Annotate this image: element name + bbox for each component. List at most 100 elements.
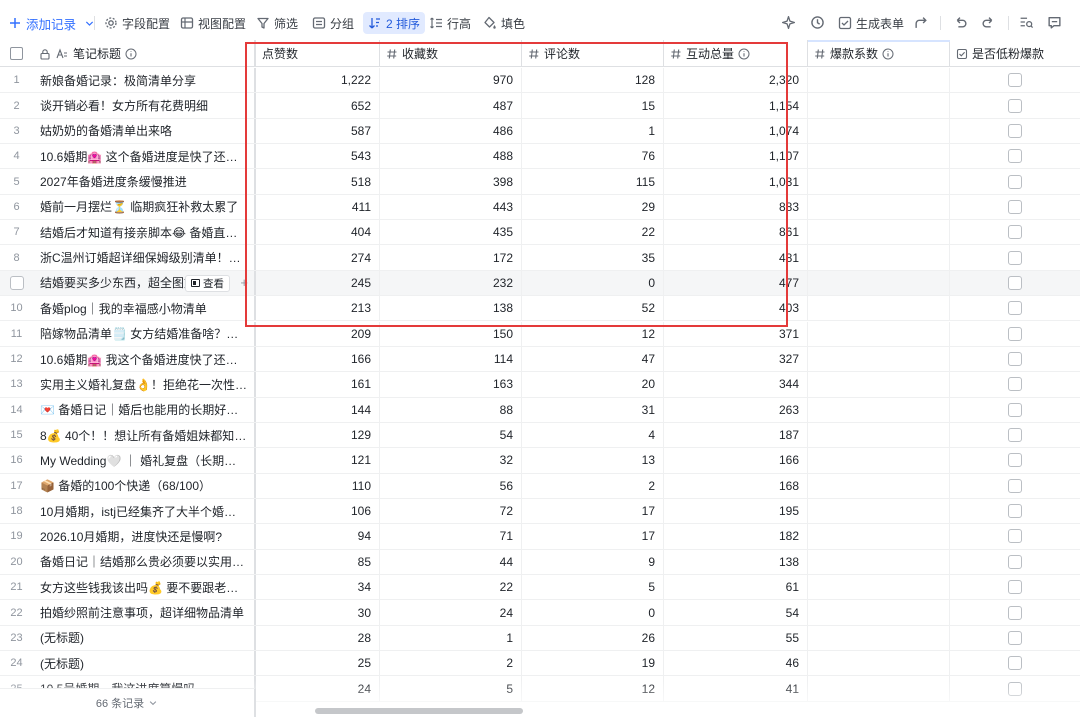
likes-cell[interactable]: 587 (256, 118, 380, 144)
checkbox[interactable] (1008, 250, 1022, 265)
table-row[interactable]: 24 (无标题) 25 2 19 46 (0, 651, 1080, 677)
checkbox[interactable] (1008, 605, 1022, 620)
title-cell[interactable]: 结婚后才知道有接亲脚本😂 备婚直接抄... (33, 220, 256, 245)
coef-cell[interactable] (808, 144, 950, 169)
coef-cell[interactable] (808, 220, 950, 245)
table-row[interactable]: 19 2026.10月婚期，进度快还是慢啊? 94 71 17 182 (0, 524, 1080, 550)
coef-cell[interactable] (808, 118, 950, 144)
column-header-title[interactable]: 笔记标题 (33, 40, 256, 67)
checkbox[interactable] (1008, 554, 1022, 569)
low-fan-cell[interactable] (950, 423, 1080, 447)
comments-cell[interactable]: 115 (522, 169, 664, 194)
checkbox[interactable] (1008, 529, 1022, 544)
likes-cell[interactable]: 34 (256, 575, 380, 600)
comments-cell[interactable]: 19 (522, 651, 664, 676)
low-fan-cell[interactable] (950, 550, 1080, 574)
total-cell[interactable]: 182 (664, 524, 808, 549)
table-row[interactable]: 10 备婚plog｜我的幸福感小物清单 213 138 52 403 (0, 296, 1080, 322)
table-row[interactable]: 5 2027年备婚进度条缓慢推进 518 398 115 1,031 (0, 169, 1080, 195)
likes-cell[interactable]: 652 (256, 93, 380, 118)
total-cell[interactable]: 1,154 (664, 93, 808, 118)
favorites-cell[interactable]: 435 (380, 220, 522, 245)
comments-cell[interactable]: 22 (522, 220, 664, 245)
checkbox[interactable] (1008, 199, 1022, 214)
plus-icon[interactable]: + (240, 275, 248, 290)
favorites-cell[interactable]: 56 (380, 473, 522, 498)
total-cell[interactable]: 2,320 (664, 68, 808, 93)
table-row[interactable]: 2 谈开销必看！女方所有花费明细 652 487 15 1,154 (0, 93, 1080, 119)
low-fan-cell[interactable] (950, 575, 1080, 599)
total-cell[interactable]: 187 (664, 422, 808, 448)
total-cell[interactable]: 46 (664, 651, 808, 676)
comments-cell[interactable]: 9 (522, 549, 664, 574)
column-header-comments[interactable]: 评论数 (522, 40, 664, 67)
total-cell[interactable]: 61 (664, 575, 808, 600)
coef-cell[interactable] (808, 372, 950, 397)
table-row[interactable]: 结婚要买多少东西，超全图文 查看 +245 232 0 477 (0, 270, 1080, 297)
table-row[interactable]: 20 备婚日记｜结婚那么贵必须要以实用为... 85 44 9 138 (0, 549, 1080, 575)
comments-cell[interactable]: 12 (522, 321, 664, 346)
favorites-cell[interactable]: 72 (380, 498, 522, 524)
checkbox[interactable] (1008, 630, 1022, 645)
title-cell[interactable]: 2027年备婚进度条缓慢推进 (33, 169, 256, 194)
likes-cell[interactable]: 85 (256, 549, 380, 574)
sort-button[interactable]: 2 排序 (363, 12, 426, 34)
favorites-cell[interactable]: 2 (380, 651, 522, 676)
likes-cell[interactable]: 161 (256, 372, 380, 397)
table-row[interactable]: 16 My Wedding🤍 ｜ 婚礼复盘（长期主义... 121 32 13 166 (0, 448, 1080, 474)
ai-sparkle-button[interactable] (780, 14, 796, 30)
filter-button[interactable]: 筛选 (256, 12, 298, 34)
low-fan-cell[interactable] (950, 119, 1080, 143)
low-fan-cell[interactable] (950, 220, 1080, 244)
low-fan-cell[interactable] (950, 169, 1080, 193)
coef-cell[interactable] (808, 651, 950, 676)
coef-cell[interactable] (808, 549, 950, 574)
share-button[interactable] (913, 14, 929, 30)
likes-cell[interactable]: 144 (256, 397, 380, 422)
table-row[interactable]: 12 10.6婚期🏩 我这个备婚进度快了还是慢... 166 114 47 327 (0, 346, 1080, 373)
info-icon[interactable] (738, 48, 750, 60)
checkbox[interactable] (1008, 123, 1022, 138)
comments-cell[interactable]: 128 (522, 68, 664, 93)
coef-cell[interactable] (808, 245, 950, 270)
coef-cell[interactable] (808, 169, 950, 194)
low-fan-cell[interactable] (950, 524, 1080, 548)
total-cell[interactable]: 403 (664, 296, 808, 321)
comments-cell[interactable]: 12 (522, 676, 664, 701)
title-cell[interactable]: 💌 备婚日记｜婚后也能用的长期好物！... (33, 397, 256, 422)
title-cell[interactable]: 结婚要买多少东西，超全图文 查看 + (33, 270, 256, 296)
checkbox[interactable] (1008, 681, 1022, 696)
low-fan-cell[interactable] (950, 474, 1080, 498)
checkbox[interactable] (9, 275, 24, 290)
likes-cell[interactable]: 28 (256, 625, 380, 651)
fill-color-button[interactable]: 填色 (483, 12, 525, 34)
table-row[interactable]: 21 女方这些钱我该出吗💰 要不要跟老公商量 34 22 5 61 (0, 575, 1080, 601)
title-cell[interactable]: 拍婚纱照前注意事项，超详细物品清单 (33, 600, 256, 625)
likes-cell[interactable]: 245 (256, 270, 380, 296)
coef-cell[interactable] (808, 473, 950, 498)
total-cell[interactable]: 327 (664, 346, 808, 372)
likes-cell[interactable]: 518 (256, 169, 380, 194)
coef-cell[interactable] (808, 422, 950, 448)
likes-cell[interactable]: 106 (256, 498, 380, 524)
checkbox[interactable] (1008, 478, 1022, 493)
favorites-cell[interactable]: 970 (380, 68, 522, 93)
record-count-footer[interactable]: 66 条记录 (0, 688, 256, 717)
favorites-cell[interactable]: 114 (380, 346, 522, 372)
generate-form-button[interactable]: 生成表单 (838, 12, 904, 34)
title-cell[interactable]: 10.6婚期🏩 这个备婚进度是快了还是慢... (33, 144, 256, 169)
total-cell[interactable]: 166 (664, 448, 808, 473)
title-cell[interactable]: 备婚日记｜结婚那么贵必须要以实用为... (33, 549, 256, 574)
row-height-button[interactable]: 行高 (429, 12, 471, 34)
low-fan-cell[interactable] (950, 144, 1080, 168)
coef-cell[interactable] (808, 68, 950, 93)
comments-cell[interactable]: 52 (522, 296, 664, 321)
favorites-cell[interactable]: 22 (380, 575, 522, 600)
coef-cell[interactable] (808, 448, 950, 473)
checkbox[interactable] (1008, 326, 1022, 341)
title-cell[interactable]: 婚前一月摆烂⏳ 临期疯狂补救太累了 (33, 194, 256, 220)
expand-record-button[interactable]: 查看 (185, 274, 230, 292)
comments-cell[interactable]: 0 (522, 600, 664, 625)
search-button[interactable] (1018, 14, 1034, 30)
checkbox[interactable] (1008, 225, 1022, 240)
